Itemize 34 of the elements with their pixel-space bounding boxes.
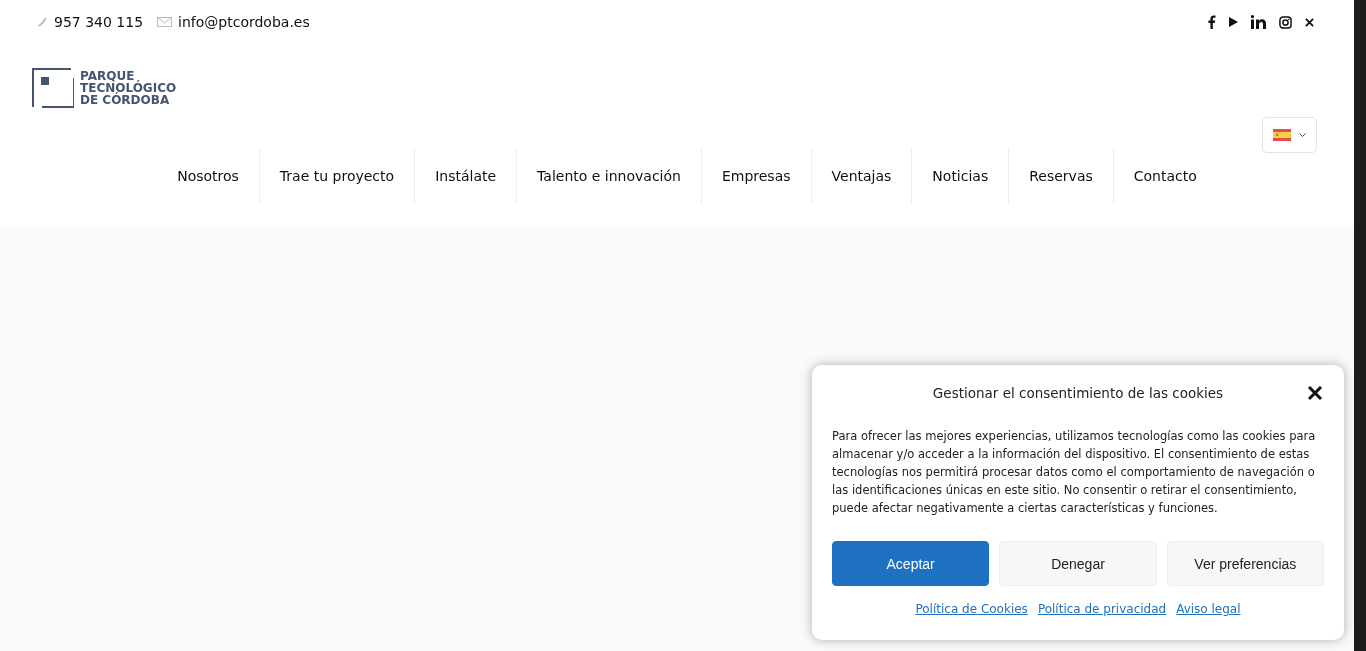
accept-button[interactable]: Aceptar [832, 541, 990, 586]
cookie-text: Para ofrecer las mejores experiencias, utilizamos tecnologías como las cookies para almacenar y/o acceder a la información del dispositivo. El consentimiento de estas tecnologías nos permitirá procesar datos como el comportamiento de navegación o las identificaciones únicas en este sitio. No consentir o retirar el consentimiento, puede afectar negativamente a ciertas características y funciones. [832, 428, 1317, 517]
play-icon[interactable] [1229, 17, 1238, 27]
policy-link[interactable]: Política de privacidad [1037, 602, 1167, 616]
logo-mark-icon [32, 68, 74, 108]
close-icon [1307, 385, 1323, 401]
nav-link[interactable]: Instálate [414, 148, 517, 204]
phone-icon [36, 16, 48, 28]
nav-link[interactable]: Contacto [1112, 148, 1217, 204]
nav-link[interactable]: Trae tu proyecto [258, 148, 415, 204]
logo-text: PARQUE TECNOLÓGICO DE CÓRDOBA [80, 70, 177, 106]
nav-link[interactable]: Empresas [700, 148, 811, 204]
dialog-button[interactable]: Ver preferencias [1166, 541, 1324, 586]
nav-link[interactable]: Nosotros [157, 148, 259, 204]
x-logo-icon[interactable] [1305, 17, 1314, 27]
instagram-icon[interactable] [1279, 15, 1292, 29]
email-address[interactable]: info@ptcordoba.es [178, 14, 310, 30]
flag-icon [1273, 129, 1291, 141]
policy-link[interactable]: Aviso legal [1176, 602, 1241, 616]
scrollbar[interactable] [1354, 0, 1366, 651]
nav-link[interactable]: Ventajas [810, 148, 912, 204]
policy-link[interactable]: Política de Cookies [915, 602, 1028, 616]
chevron-down-icon [1299, 132, 1306, 138]
phone-number[interactable]: 957 340 115 [54, 14, 144, 30]
dialog-title: Gestionar el consentimiento de las cookies [931, 385, 1225, 401]
envelope-icon [157, 17, 173, 27]
close-button[interactable] [1306, 385, 1324, 403]
facebook-icon[interactable] [1207, 15, 1216, 29]
nav-link[interactable]: Reservas [1008, 148, 1113, 204]
language-selector[interactable] [1262, 117, 1317, 153]
linkedin-icon[interactable] [1251, 15, 1266, 29]
dialog-button[interactable]: Denegar [999, 541, 1157, 586]
nav-link[interactable]: Noticias [911, 148, 1009, 204]
nav-link[interactable]: Talento e innovación [516, 148, 701, 204]
